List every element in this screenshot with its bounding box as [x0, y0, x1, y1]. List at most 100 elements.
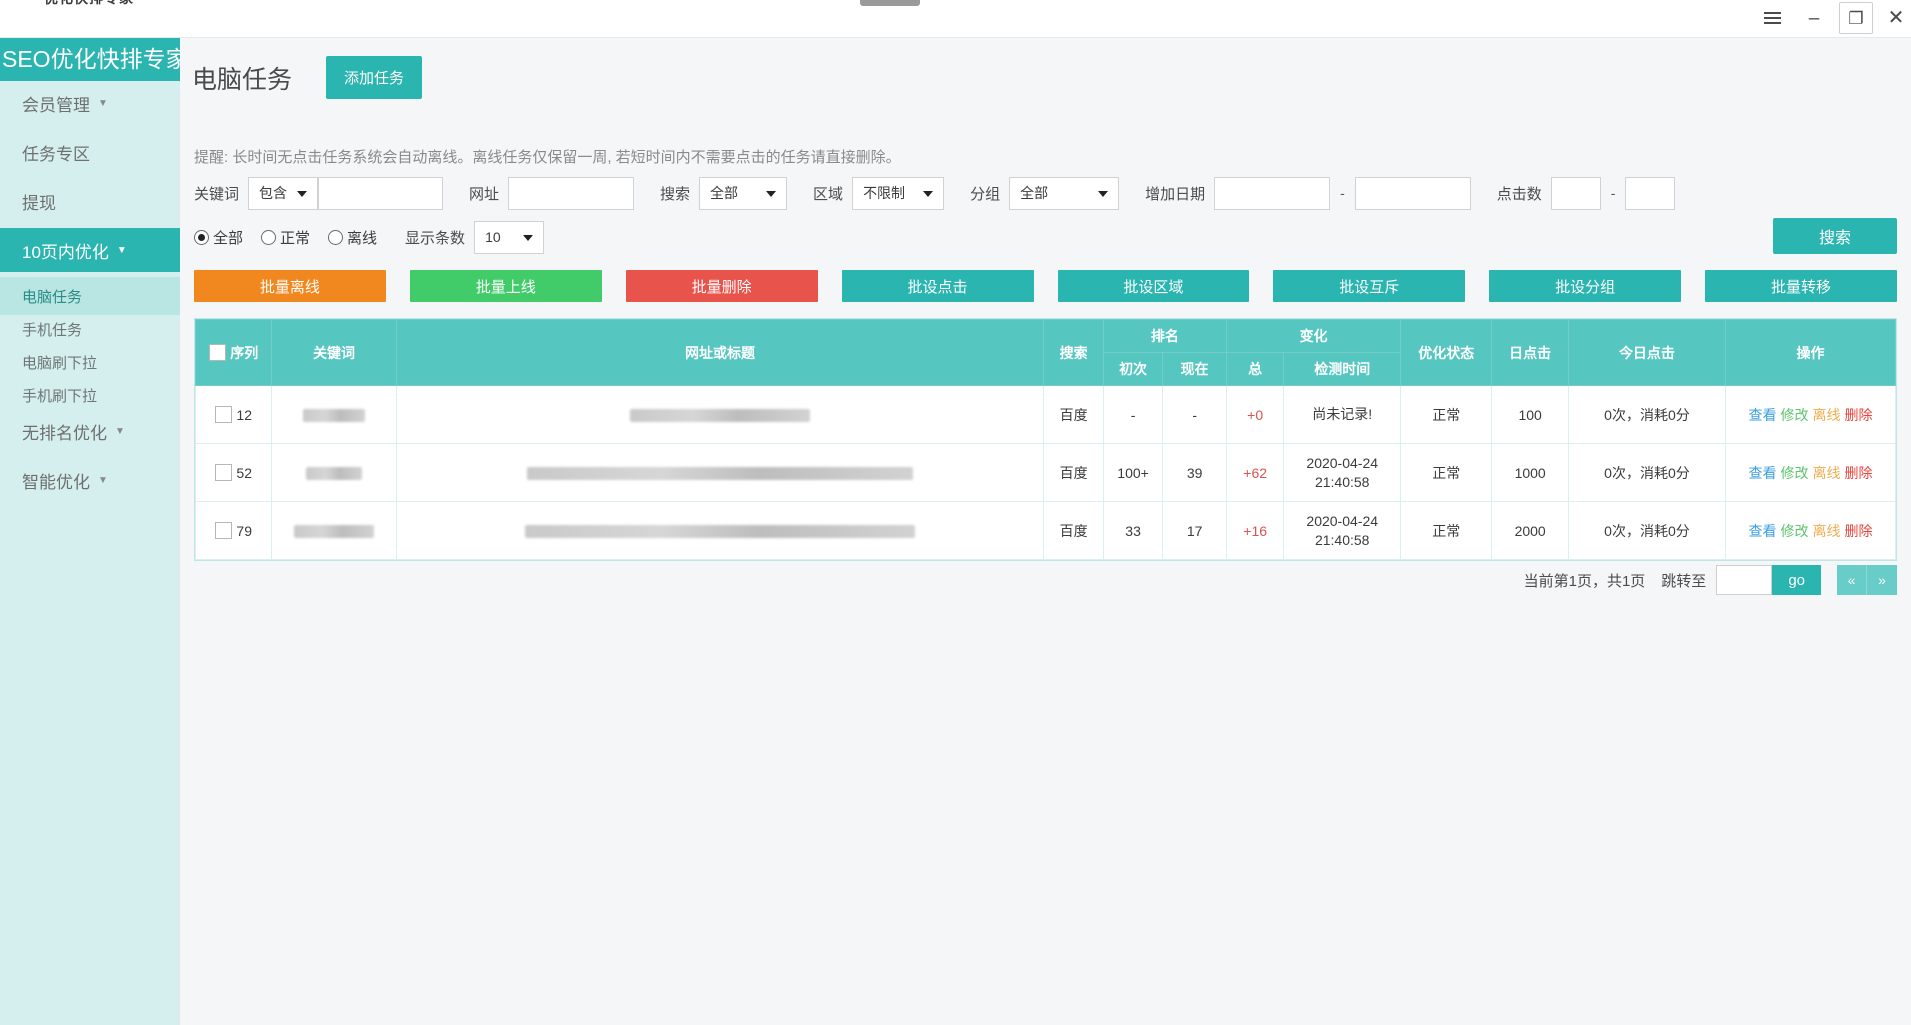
redacted-keyword — [294, 525, 374, 538]
chevron-down-icon: ▼ — [98, 98, 108, 109]
radio-indicator-all — [194, 230, 209, 245]
task-table-head: 序列 关键词 网址或标题 搜索 排名 变化 优化状态 日点击 今日点击 操作 初… — [196, 320, 1896, 386]
table-row[interactable]: 79百度3317+162020-04-2421:40:58正常20000次，消耗… — [196, 502, 1896, 560]
row-check-time-clock: 21:40:58 — [1284, 473, 1400, 492]
bulk-action-button-0[interactable]: 批量离线 — [194, 270, 386, 302]
redacted-url — [527, 467, 913, 480]
bulk-action-button-4[interactable]: 批设区域 — [1058, 270, 1250, 302]
group-value: 全部 — [1020, 183, 1048, 203]
table-row[interactable]: 52百度100+39+622020-04-2421:40:58正常10000次，… — [196, 444, 1896, 502]
filter-row-primary: 关键词 包含 网址 搜索 全部 区域 不限制 分组 全部 增加日期 - — [194, 176, 1675, 210]
row-rank-first: - — [1103, 386, 1162, 444]
row-op-view[interactable]: 查看 — [1749, 465, 1777, 481]
page-header: 电脑任务 添加任务 — [192, 56, 422, 99]
row-seq-cell: 79 — [196, 502, 272, 560]
redacted-keyword — [306, 467, 362, 480]
row-change-total: +16 — [1227, 502, 1284, 560]
sidebar-item-0[interactable]: 会员管理▼ — [0, 81, 180, 125]
row-op-edit[interactable]: 修改 — [1781, 523, 1809, 539]
col-url-or-title: 网址或标题 — [396, 320, 1044, 386]
row-today-clicks: 0次，消耗0分 — [1568, 386, 1725, 444]
search-engine-value: 全部 — [710, 183, 738, 203]
clicks-label: 点击数 — [1497, 183, 1542, 204]
status-radio-normal[interactable]: 正常 — [261, 227, 310, 248]
add-task-button[interactable]: 添加任务 — [326, 56, 422, 99]
row-operations-cell: 查看修改离线删除 — [1726, 502, 1896, 560]
pagination-next-button[interactable]: » — [1867, 565, 1897, 595]
row-checkbox[interactable] — [215, 522, 232, 539]
status-radio-all[interactable]: 全部 — [194, 227, 243, 248]
row-checkbox[interactable] — [215, 464, 232, 481]
close-icon[interactable]: ✕ — [1883, 2, 1909, 34]
keyword-label: 关键词 — [194, 183, 239, 204]
rows-per-page-select[interactable]: 10 — [474, 221, 544, 254]
row-op-view[interactable]: 查看 — [1749, 407, 1777, 423]
maximize-restore-icon[interactable]: ❐ — [1839, 2, 1873, 34]
pagination-prev-button[interactable]: « — [1837, 565, 1867, 595]
sidebar-item-label: 电脑刷下拉 — [22, 352, 97, 373]
row-op-delete[interactable]: 删除 — [1845, 407, 1873, 423]
clicks-to-input[interactable] — [1625, 177, 1675, 210]
row-op-edit[interactable]: 修改 — [1781, 407, 1809, 423]
row-url-cell — [396, 386, 1044, 444]
minimize-icon[interactable]: – — [1797, 2, 1831, 34]
col-daily-clicks: 日点击 — [1492, 320, 1568, 386]
row-operations-cell: 查看修改离线删除 — [1726, 386, 1896, 444]
app-logo-subtitle: 优化快排专家 — [44, 0, 134, 8]
sidebar-item-1[interactable]: 任务专区 — [0, 130, 180, 174]
window-tab-strip[interactable] — [860, 0, 920, 6]
clicks-from-input[interactable] — [1551, 177, 1601, 210]
table-header-row-1: 序列 关键词 网址或标题 搜索 排名 变化 优化状态 日点击 今日点击 操作 — [196, 320, 1896, 353]
chevron-down-icon — [297, 191, 307, 197]
sidebar-item-8[interactable]: 无排名优化 ▼ — [0, 409, 180, 453]
row-op-offline[interactable]: 离线 — [1813, 523, 1841, 539]
keyword-mode-select[interactable]: 包含 — [248, 177, 318, 210]
page-title: 电脑任务 — [192, 60, 292, 96]
chevron-down-icon: ▼ — [115, 426, 125, 437]
status-radio-offline-label: 离线 — [347, 227, 377, 248]
pagination-jump-input[interactable] — [1716, 565, 1772, 595]
pagination-go-button[interactable]: go — [1772, 565, 1821, 595]
row-engine: 百度 — [1044, 444, 1103, 502]
clicks-separator: - — [1611, 185, 1616, 201]
table-row[interactable]: 12百度--+0尚未记录!正常1000次，消耗0分查看修改离线删除 — [196, 386, 1896, 444]
sidebar-item-2[interactable]: 提现 — [0, 179, 180, 223]
row-operations-cell: 查看修改离线删除 — [1726, 444, 1896, 502]
row-op-delete[interactable]: 删除 — [1845, 523, 1873, 539]
region-select[interactable]: 不限制 — [852, 177, 944, 210]
row-change-total: +62 — [1227, 444, 1284, 502]
bulk-action-button-5[interactable]: 批设互斥 — [1273, 270, 1465, 302]
search-engine-select[interactable]: 全部 — [699, 177, 787, 210]
bulk-action-button-1[interactable]: 批量上线 — [410, 270, 602, 302]
col-opt-status: 优化状态 — [1401, 320, 1492, 386]
bulk-action-button-6[interactable]: 批设分组 — [1489, 270, 1681, 302]
bulk-action-button-7[interactable]: 批量转移 — [1705, 270, 1897, 302]
keyword-input[interactable] — [318, 177, 443, 210]
select-all-checkbox[interactable] — [209, 344, 226, 361]
col-check-time: 检测时间 — [1284, 353, 1401, 386]
row-op-offline[interactable]: 离线 — [1813, 407, 1841, 423]
add-date-separator: - — [1340, 185, 1345, 201]
sidebar-item-9[interactable]: 智能优化▼ — [0, 458, 180, 502]
search-button[interactable]: 搜索 — [1773, 218, 1897, 254]
row-op-offline[interactable]: 离线 — [1813, 465, 1841, 481]
group-select[interactable]: 全部 — [1009, 177, 1119, 210]
row-op-view[interactable]: 查看 — [1749, 523, 1777, 539]
sidebar-item-3[interactable]: 10页内优化▼ — [0, 228, 180, 272]
bulk-action-button-2[interactable]: 批量删除 — [626, 270, 818, 302]
search-engine-label: 搜索 — [660, 183, 690, 204]
row-op-delete[interactable]: 删除 — [1845, 465, 1873, 481]
pagination-jump-label: 跳转至 — [1661, 570, 1706, 591]
url-input[interactable] — [508, 177, 634, 210]
status-radio-all-label: 全部 — [213, 227, 243, 248]
sidebar-item-label: 无排名优化 — [22, 419, 107, 444]
row-checkbox[interactable] — [215, 406, 232, 423]
status-radio-offline[interactable]: 离线 — [328, 227, 377, 248]
bulk-action-button-3[interactable]: 批设点击 — [842, 270, 1034, 302]
row-op-edit[interactable]: 修改 — [1781, 465, 1809, 481]
list-icon[interactable] — [1755, 2, 1789, 34]
add-date-to-input[interactable] — [1355, 177, 1471, 210]
add-date-from-input[interactable] — [1214, 177, 1330, 210]
page-tip-text: 提醒: 长时间无点击任务系统会自动离线。离线任务仅保留一周, 若短时间内不需要点… — [194, 146, 901, 167]
row-seq: 79 — [236, 523, 252, 539]
